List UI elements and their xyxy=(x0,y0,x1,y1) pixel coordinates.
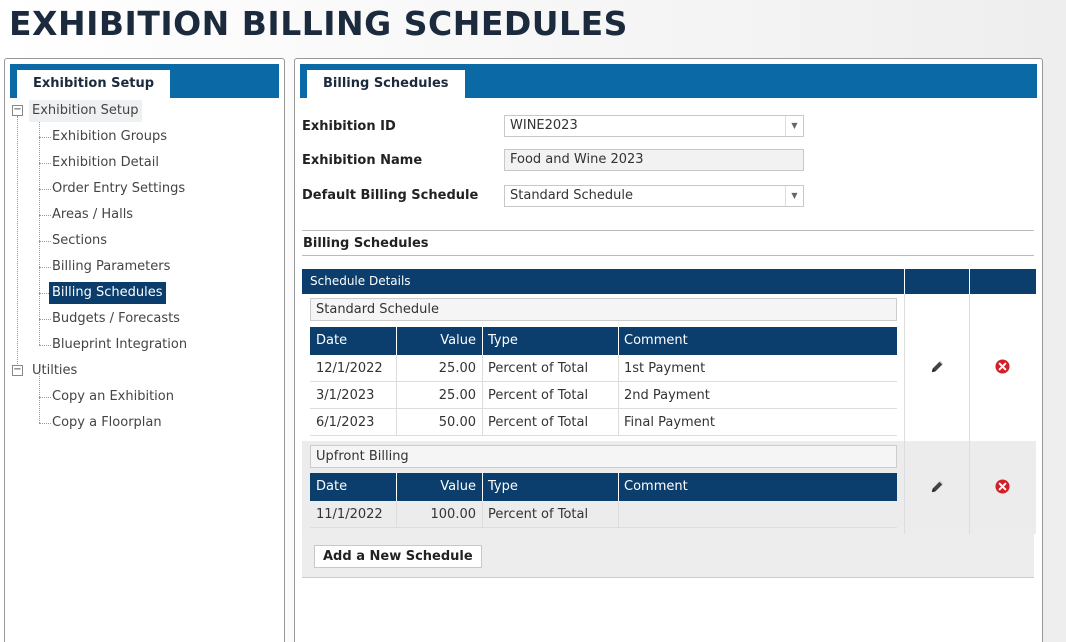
value-column-header: Value xyxy=(397,473,483,501)
date-cell: 3/1/2023 xyxy=(310,382,397,409)
table-row: 6/1/2023 50.00 Percent of Total Final Pa… xyxy=(310,409,897,436)
type-column-header: Type xyxy=(483,327,619,355)
table-row: 12/1/2022 25.00 Percent of Total 1st Pay… xyxy=(310,355,897,382)
delete-column-header xyxy=(970,269,1036,294)
pencil-icon[interactable] xyxy=(928,477,946,495)
tree-item-budgets-forecasts[interactable]: Budgets / Forecasts xyxy=(49,308,183,330)
collapse-utilities-icon[interactable]: − xyxy=(12,365,23,376)
schedules-grid: Schedule Details Standard Schedule Date … xyxy=(302,269,1036,578)
tree-item-copy-floorplan[interactable]: Copy a Floorplan xyxy=(49,412,165,434)
date-cell: 12/1/2022 xyxy=(310,355,397,382)
tree-item-sections[interactable]: Sections xyxy=(49,230,110,252)
delete-circle-icon[interactable] xyxy=(993,477,1011,495)
tree-item-exhibition-setup[interactable]: Exhibition Setup xyxy=(29,100,142,122)
schedule-detail-table: Date Value Type Comment 12/1/2022 25.00 … xyxy=(310,327,897,437)
type-cell: Percent of Total xyxy=(483,382,619,409)
exhibition-name-field[interactable]: Food and Wine 2023 xyxy=(504,149,804,171)
tree-item-exhibition-groups[interactable]: Exhibition Groups xyxy=(49,126,170,148)
default-schedule-value: Standard Schedule xyxy=(510,188,634,203)
tree-item-billing-schedules[interactable]: Billing Schedules xyxy=(49,282,166,304)
value-column-header: Value xyxy=(397,327,483,355)
right-tab-bar: Billing Schedules xyxy=(300,64,1037,98)
value-cell: 100.00 xyxy=(397,501,483,528)
detail-table-header: Date Value Type Comment xyxy=(310,473,897,501)
schedule-detail-table: Date Value Type Comment 11/1/2022 100.00… xyxy=(310,473,897,529)
type-cell: Percent of Total xyxy=(483,355,619,382)
exhibition-name-value: Food and Wine 2023 xyxy=(510,152,644,167)
add-schedule-button[interactable]: Add a New Schedule xyxy=(314,545,482,568)
tree-item-copy-exhibition[interactable]: Copy an Exhibition xyxy=(49,386,177,408)
delete-circle-icon[interactable] xyxy=(993,357,1011,375)
default-schedule-select[interactable]: Standard Schedule ▼ xyxy=(504,185,804,207)
exhibition-name-label: Exhibition Name xyxy=(302,153,423,168)
value-cell: 25.00 xyxy=(397,382,483,409)
date-cell: 11/1/2022 xyxy=(310,501,397,528)
comment-cell: 2nd Payment xyxy=(624,388,710,403)
comment-cell: Final Payment xyxy=(624,415,716,430)
comment-cell xyxy=(619,501,897,528)
left-tab-bar: Exhibition Setup xyxy=(10,64,279,98)
date-cell: 6/1/2023 xyxy=(310,409,397,436)
value-cell: 50.00 xyxy=(397,409,483,436)
schedule-row: Standard Schedule Date Value Type Commen… xyxy=(302,294,1036,441)
schedule-name: Upfront Billing xyxy=(310,445,897,468)
exhibition-id-label: Exhibition ID xyxy=(302,119,396,134)
tree-item-areas-halls[interactable]: Areas / Halls xyxy=(49,204,136,226)
comment-column-header: Comment xyxy=(624,479,688,494)
chevron-down-icon[interactable]: ▼ xyxy=(785,116,803,136)
tab-exhibition-setup[interactable]: Exhibition Setup xyxy=(17,70,171,98)
date-column-header: Date xyxy=(310,473,397,501)
left-navigation-panel: Exhibition Setup − Exhibition Setup Exhi… xyxy=(4,58,285,642)
tree-item-exhibition-detail[interactable]: Exhibition Detail xyxy=(49,152,162,174)
collapse-exhibition-setup-icon[interactable]: − xyxy=(12,105,23,116)
value-cell: 25.00 xyxy=(397,355,483,382)
schedule-details-header: Schedule Details xyxy=(302,269,905,294)
tree-item-order-entry-settings[interactable]: Order Entry Settings xyxy=(49,178,188,200)
default-schedule-label: Default Billing Schedule xyxy=(302,188,479,203)
type-column-header: Type xyxy=(483,473,619,501)
pencil-icon[interactable] xyxy=(928,357,946,375)
section-title: Billing Schedules xyxy=(302,230,1034,256)
tree-item-utilities[interactable]: Utilties xyxy=(29,360,80,382)
schedule-name: Standard Schedule xyxy=(310,298,897,321)
table-row: 3/1/2023 25.00 Percent of Total 2nd Paym… xyxy=(310,382,897,409)
chevron-down-icon[interactable]: ▼ xyxy=(785,186,803,206)
type-cell: Percent of Total xyxy=(483,501,619,528)
date-column-header: Date xyxy=(310,327,397,355)
billing-schedules-panel: Billing Schedules Exhibition ID WINE2023… xyxy=(294,58,1043,642)
tab-billing-schedules[interactable]: Billing Schedules xyxy=(307,70,465,98)
detail-table-header: Date Value Type Comment xyxy=(310,327,897,355)
schedule-row: Upfront Billing Date Value Type Comment … xyxy=(302,441,1036,534)
grid-header: Schedule Details xyxy=(302,269,1036,294)
comment-column-header: Comment xyxy=(624,333,688,348)
exhibition-id-select[interactable]: WINE2023 ▼ xyxy=(504,115,804,137)
add-schedule-bar: Add a New Schedule xyxy=(302,534,1034,578)
tree-item-blueprint-integration[interactable]: Blueprint Integration xyxy=(49,334,190,356)
edit-column-header xyxy=(905,269,970,294)
tree-item-billing-parameters[interactable]: Billing Parameters xyxy=(49,256,173,278)
table-row: 11/1/2022 100.00 Percent of Total xyxy=(310,501,897,528)
type-cell: Percent of Total xyxy=(483,409,619,436)
comment-cell: 1st Payment xyxy=(624,361,706,376)
exhibition-id-value: WINE2023 xyxy=(510,118,578,133)
page-title: EXHIBITION BILLING SCHEDULES xyxy=(9,4,628,43)
